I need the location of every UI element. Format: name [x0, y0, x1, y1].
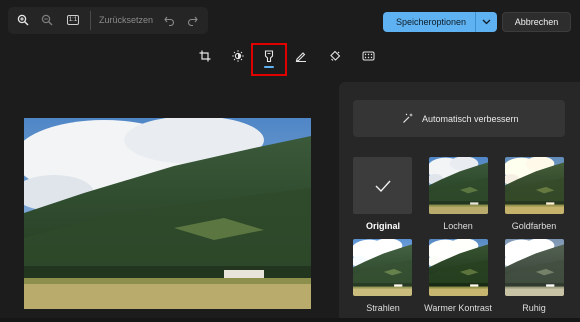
erase-icon	[330, 50, 341, 61]
filter-label: Lochen	[443, 221, 473, 231]
filter-preview	[429, 157, 488, 214]
filter-preview	[353, 239, 412, 296]
zoom-toolbar: 1:1 Zurücksetzen	[8, 7, 208, 34]
filter-preview	[429, 239, 488, 296]
bottom-edge	[0, 318, 580, 322]
selected-tool-indicator	[264, 66, 274, 68]
actual-size-label: 1:1	[66, 15, 80, 25]
zoom-in-icon	[17, 14, 29, 26]
filter-label: Warmer Kontrast	[424, 303, 492, 313]
filter-label: Ruhig	[522, 303, 546, 313]
auto-enhance-button[interactable]: Automatisch verbessern	[353, 100, 565, 137]
crop-icon	[199, 50, 211, 62]
zoom-in-button[interactable]	[12, 9, 34, 31]
undo-button[interactable]	[158, 9, 180, 31]
save-options-button[interactable]: Speicheroptionen	[383, 12, 497, 32]
chevron-down-icon[interactable]	[479, 16, 493, 28]
markup-tool-button[interactable]	[290, 45, 312, 67]
selected-tool-highlight	[251, 43, 287, 76]
filter-thumbnail-ruhig[interactable]	[505, 239, 564, 296]
landscape-photo	[24, 118, 311, 309]
filter-thumbnail-strahlen[interactable]	[353, 239, 412, 296]
cancel-button[interactable]: Abbrechen	[502, 12, 571, 32]
filter-label: Original	[365, 221, 400, 231]
erase-tool-button[interactable]	[324, 45, 346, 67]
filter-label: Strahlen	[366, 303, 400, 313]
save-options-label: Speicheroptionen	[396, 17, 467, 27]
background-blur-icon	[362, 51, 374, 61]
filter-thumbnail-lochen[interactable]	[429, 157, 488, 214]
filter-thumbnail-warmer-kontrast[interactable]	[429, 239, 488, 296]
markup-pen-icon	[295, 52, 306, 62]
checkmark-icon	[375, 180, 391, 193]
crop-tool-button[interactable]	[194, 45, 216, 67]
auto-enhance-label: Automatisch verbessern	[422, 114, 519, 124]
filter-preview	[505, 239, 564, 296]
toolbar-separator	[90, 11, 91, 30]
filter-thumbnail-goldfarben[interactable]	[505, 157, 564, 214]
filter-label: Goldfarben	[511, 221, 557, 231]
magic-wand-icon	[402, 112, 414, 124]
filter-preview	[505, 157, 564, 214]
redo-icon	[187, 16, 198, 26]
photo-canvas[interactable]	[24, 118, 311, 309]
redo-button[interactable]	[181, 9, 203, 31]
filter-thumbnail-original[interactable]	[353, 157, 412, 214]
adjust-brightness-icon	[232, 50, 244, 62]
zoom-out-icon	[41, 14, 53, 26]
adjust-tool-button[interactable]	[227, 45, 249, 67]
background-tool-button[interactable]	[357, 45, 379, 67]
actual-size-button[interactable]: 1:1	[62, 9, 84, 31]
zoom-out-button[interactable]	[36, 9, 58, 31]
reset-button[interactable]: Zurücksetzen	[99, 15, 153, 25]
save-options-divider	[475, 12, 476, 32]
undo-icon	[163, 16, 174, 26]
